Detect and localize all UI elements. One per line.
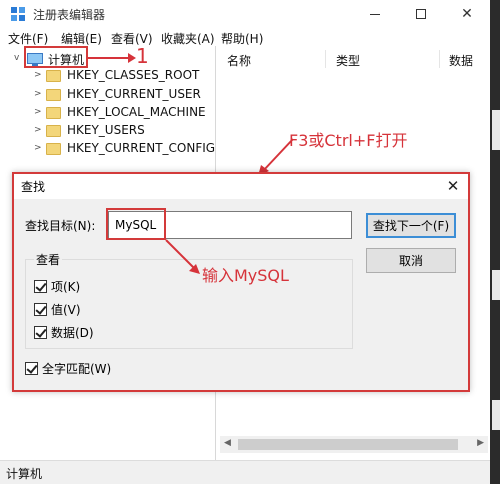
scroll-left-icon[interactable]: ◀ [224, 438, 231, 448]
tree-item-hklm[interactable]: > HKEY_LOCAL_MACHINE [0, 104, 216, 122]
folder-icon [46, 89, 61, 101]
tree-item-hkcu[interactable]: > HKEY_CURRENT_USER [0, 86, 216, 104]
background-tile [492, 400, 500, 430]
annotation-arrow-icon [88, 53, 136, 63]
menu-file[interactable]: 文件(F) [8, 30, 48, 47]
expand-chevron-icon[interactable]: v [14, 53, 19, 63]
annotation-input-hint: 输入MySQL [202, 266, 289, 285]
background-tile [492, 270, 500, 300]
expand-chevron-icon[interactable]: > [34, 143, 42, 153]
tree-item-label: HKEY_CURRENT_CONFIG [67, 141, 216, 155]
expand-chevron-icon[interactable]: > [34, 89, 42, 99]
annotation-input-highlight [106, 208, 166, 240]
tree-item-label: HKEY_USERS [67, 123, 145, 137]
menu-edit[interactable]: 编辑(E) [61, 30, 102, 47]
expand-chevron-icon[interactable]: > [34, 107, 42, 117]
tree-item-hkcr[interactable]: > HKEY_CLASSES_ROOT [0, 67, 216, 85]
close-button[interactable]: ✕ [444, 0, 490, 28]
tree-item-hku[interactable]: > HKEY_USERS [0, 122, 216, 140]
expand-chevron-icon[interactable]: > [34, 70, 42, 80]
maximize-icon [416, 9, 426, 19]
registry-app-icon [11, 7, 26, 21]
background-tile [492, 110, 500, 150]
minimize-button[interactable] [352, 0, 398, 28]
folder-icon [46, 125, 61, 137]
annotation-arrow-icon [165, 239, 200, 274]
menu-favorites[interactable]: 收藏夹(A) [161, 30, 215, 47]
tree-item-label: HKEY_LOCAL_MACHINE [67, 105, 206, 119]
folder-icon [46, 143, 61, 155]
column-header-type[interactable]: 类型 [336, 52, 360, 69]
folder-icon [46, 107, 61, 119]
maximize-button[interactable] [398, 0, 444, 28]
horizontal-scrollbar[interactable]: ◀ ▶ [220, 436, 488, 453]
annotation-step-number: 1 [136, 44, 149, 68]
column-header-data[interactable]: 数据 [449, 52, 473, 69]
minimize-icon [370, 13, 380, 15]
column-divider[interactable] [439, 50, 440, 68]
tree-item-hkcc[interactable]: > HKEY_CURRENT_CONFIG [0, 140, 216, 158]
tree-item-label: HKEY_CURRENT_USER [67, 87, 201, 101]
folder-icon [46, 70, 61, 82]
status-path: 计算机 [6, 467, 43, 481]
menu-bar: 文件(F) 编辑(E) 查看(V) 收藏夹(A) 帮助(H) [0, 28, 490, 46]
scrollbar-thumb[interactable] [238, 439, 458, 450]
column-divider[interactable] [325, 50, 326, 68]
title-bar: 注册表编辑器 ✕ [0, 0, 490, 28]
column-header-name[interactable]: 名称 [227, 52, 251, 69]
window-title: 注册表编辑器 [33, 8, 106, 22]
expand-chevron-icon[interactable]: > [34, 125, 42, 135]
status-bar: 计算机 [0, 460, 490, 484]
annotation-highlight-box [24, 46, 88, 68]
tree-item-label: HKEY_CLASSES_ROOT [67, 68, 200, 82]
scroll-right-icon[interactable]: ▶ [477, 438, 484, 448]
background-desktop-right [490, 0, 500, 484]
menu-help[interactable]: 帮助(H) [221, 30, 263, 47]
annotation-shortcut-hint: F3或Ctrl+F打开 [289, 131, 408, 150]
close-icon: ✕ [461, 6, 473, 22]
